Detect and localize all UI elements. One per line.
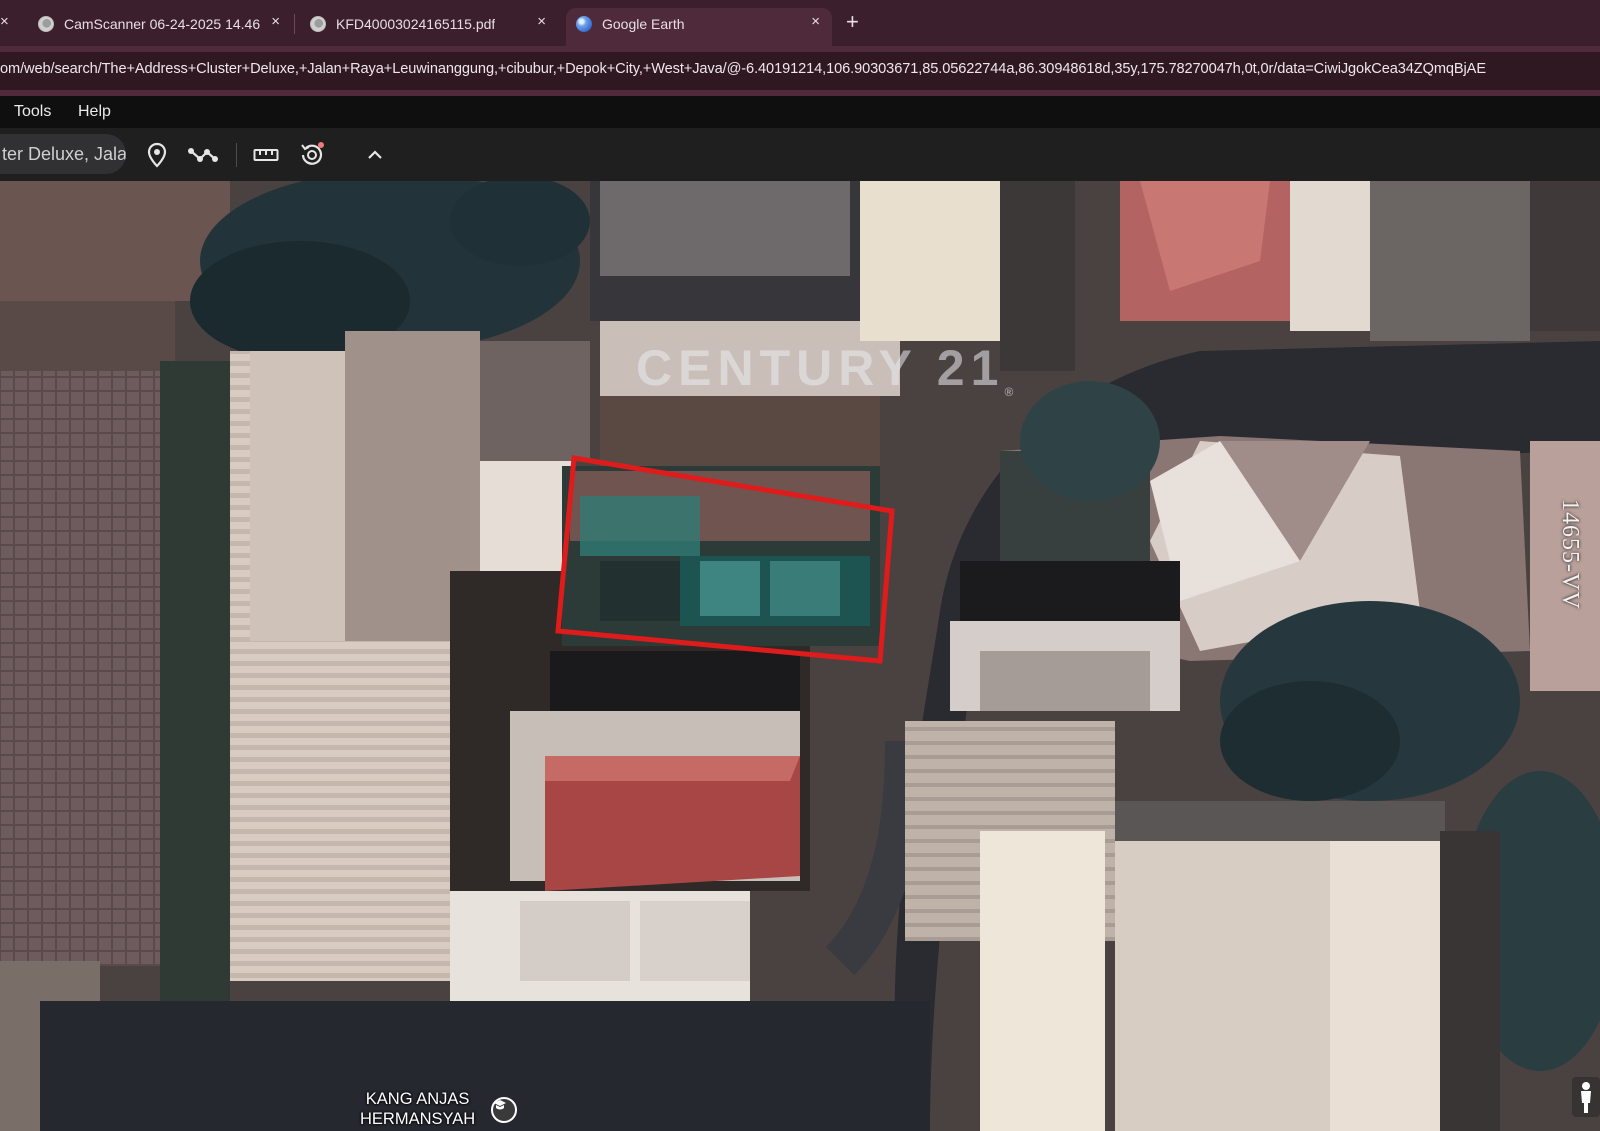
- tab-close-icon[interactable]: ×: [811, 13, 820, 30]
- century21-watermark: CENTURY 21®: [636, 339, 1013, 399]
- new-tab-button[interactable]: +: [846, 8, 859, 36]
- collapse-chevron-icon[interactable]: [360, 140, 390, 170]
- tab-title: Google Earth: [602, 16, 685, 32]
- place-label-line1: KANG ANJAS: [365, 1090, 470, 1108]
- search-box[interactable]: [0, 134, 126, 174]
- satellite-imagery: [0, 181, 1600, 1131]
- tab-pdf[interactable]: KFD40003024165115.pdf ×: [300, 8, 558, 46]
- tab-title: KFD40003024165115.pdf: [336, 16, 496, 32]
- tab-camscanner[interactable]: CamScanner 06-24-2025 14.46 ×: [28, 8, 292, 46]
- address-bar: om/web/search/The+Address+Cluster+Deluxe…: [0, 46, 1600, 96]
- globe-icon: [310, 16, 326, 32]
- search-input[interactable]: [0, 134, 126, 174]
- toolbar-divider: [236, 143, 237, 167]
- historical-imagery-icon[interactable]: [297, 140, 327, 170]
- vertical-id-label: 14655-VV: [1557, 499, 1583, 610]
- tab-separator: [294, 14, 295, 34]
- url-text[interactable]: om/web/search/The+Address+Cluster+Deluxe…: [0, 61, 1486, 77]
- menu-tools[interactable]: Tools: [14, 103, 51, 121]
- tab-close-icon[interactable]: ×: [537, 13, 546, 30]
- path-icon[interactable]: [186, 140, 220, 170]
- tab-title: CamScanner 06-24-2025 14.46: [64, 16, 261, 32]
- place-label-line2: HERMANSYAH: [360, 1110, 476, 1128]
- browser-tab-strip: × CamScanner 06-24-2025 14.46 × KFD40003…: [0, 0, 1600, 46]
- placemark-icon[interactable]: [142, 140, 172, 170]
- school-icon[interactable]: [491, 1097, 517, 1123]
- watermark-registered-mark: ®: [1004, 385, 1014, 399]
- place-label[interactable]: KANG ANJAS HERMANSYAH: [360, 1089, 475, 1129]
- tab-close-icon[interactable]: ×: [0, 12, 9, 32]
- menu-help[interactable]: Help: [78, 103, 111, 121]
- tab-close-icon[interactable]: ×: [271, 13, 280, 30]
- menu-bar: Tools Help: [0, 96, 1600, 128]
- tab-google-earth[interactable]: Google Earth ×: [566, 8, 832, 46]
- satellite-map-view[interactable]: CENTURY 21® 14655-VV KANG ANJAS HERMANSY…: [0, 181, 1600, 1131]
- globe-icon: [38, 16, 54, 32]
- google-earth-icon: [576, 16, 592, 32]
- url-field[interactable]: om/web/search/The+Address+Cluster+Deluxe…: [0, 52, 1600, 90]
- watermark-text: CENTURY 21: [636, 340, 1005, 396]
- ruler-icon[interactable]: [251, 140, 281, 170]
- pegman-icon[interactable]: [1572, 1077, 1600, 1117]
- earth-toolbar: [0, 128, 1600, 181]
